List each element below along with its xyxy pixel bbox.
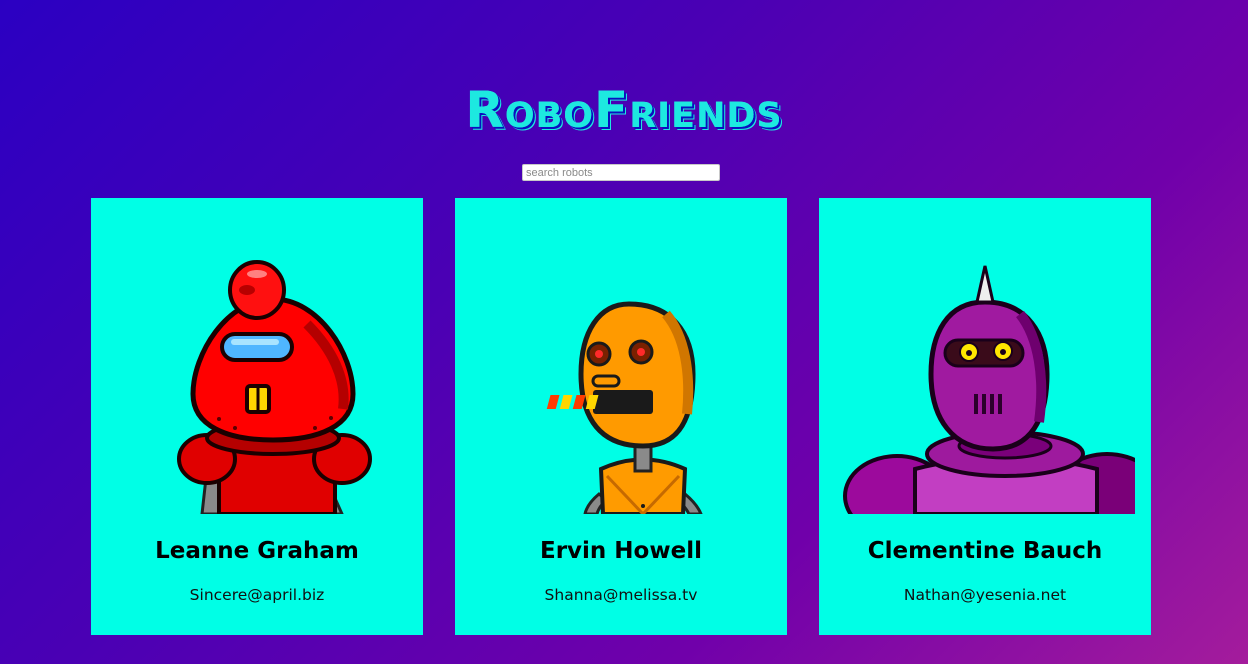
search-input[interactable] xyxy=(522,164,720,181)
robot-card[interactable]: Leanne Graham Sincere@april.biz xyxy=(91,198,423,635)
robot-email: Sincere@april.biz xyxy=(189,586,325,604)
purple-robot-icon xyxy=(843,265,1135,514)
robot-name: Leanne Graham xyxy=(155,538,359,564)
robot-email: Nathan@yesenia.net xyxy=(903,586,1067,604)
card-list: Leanne Graham Sincere@april.biz Ervin Ho… xyxy=(91,198,1151,635)
app-title: RoboFriends xyxy=(465,80,783,139)
orange-robot-icon xyxy=(546,301,703,514)
robot-name: Clementine Bauch xyxy=(867,538,1103,564)
red-robot-icon xyxy=(177,260,372,514)
robot-avatar-image xyxy=(835,214,1135,514)
robot-email: Shanna@melissa.tv xyxy=(544,586,698,604)
robot-card[interactable]: Clementine Bauch Nathan@yesenia.net xyxy=(819,198,1151,635)
robot-name: Ervin Howell xyxy=(540,538,702,564)
robot-avatar-image xyxy=(107,214,407,514)
robot-card[interactable]: Ervin Howell Shanna@melissa.tv xyxy=(455,198,787,635)
robot-avatar-image xyxy=(471,214,771,514)
